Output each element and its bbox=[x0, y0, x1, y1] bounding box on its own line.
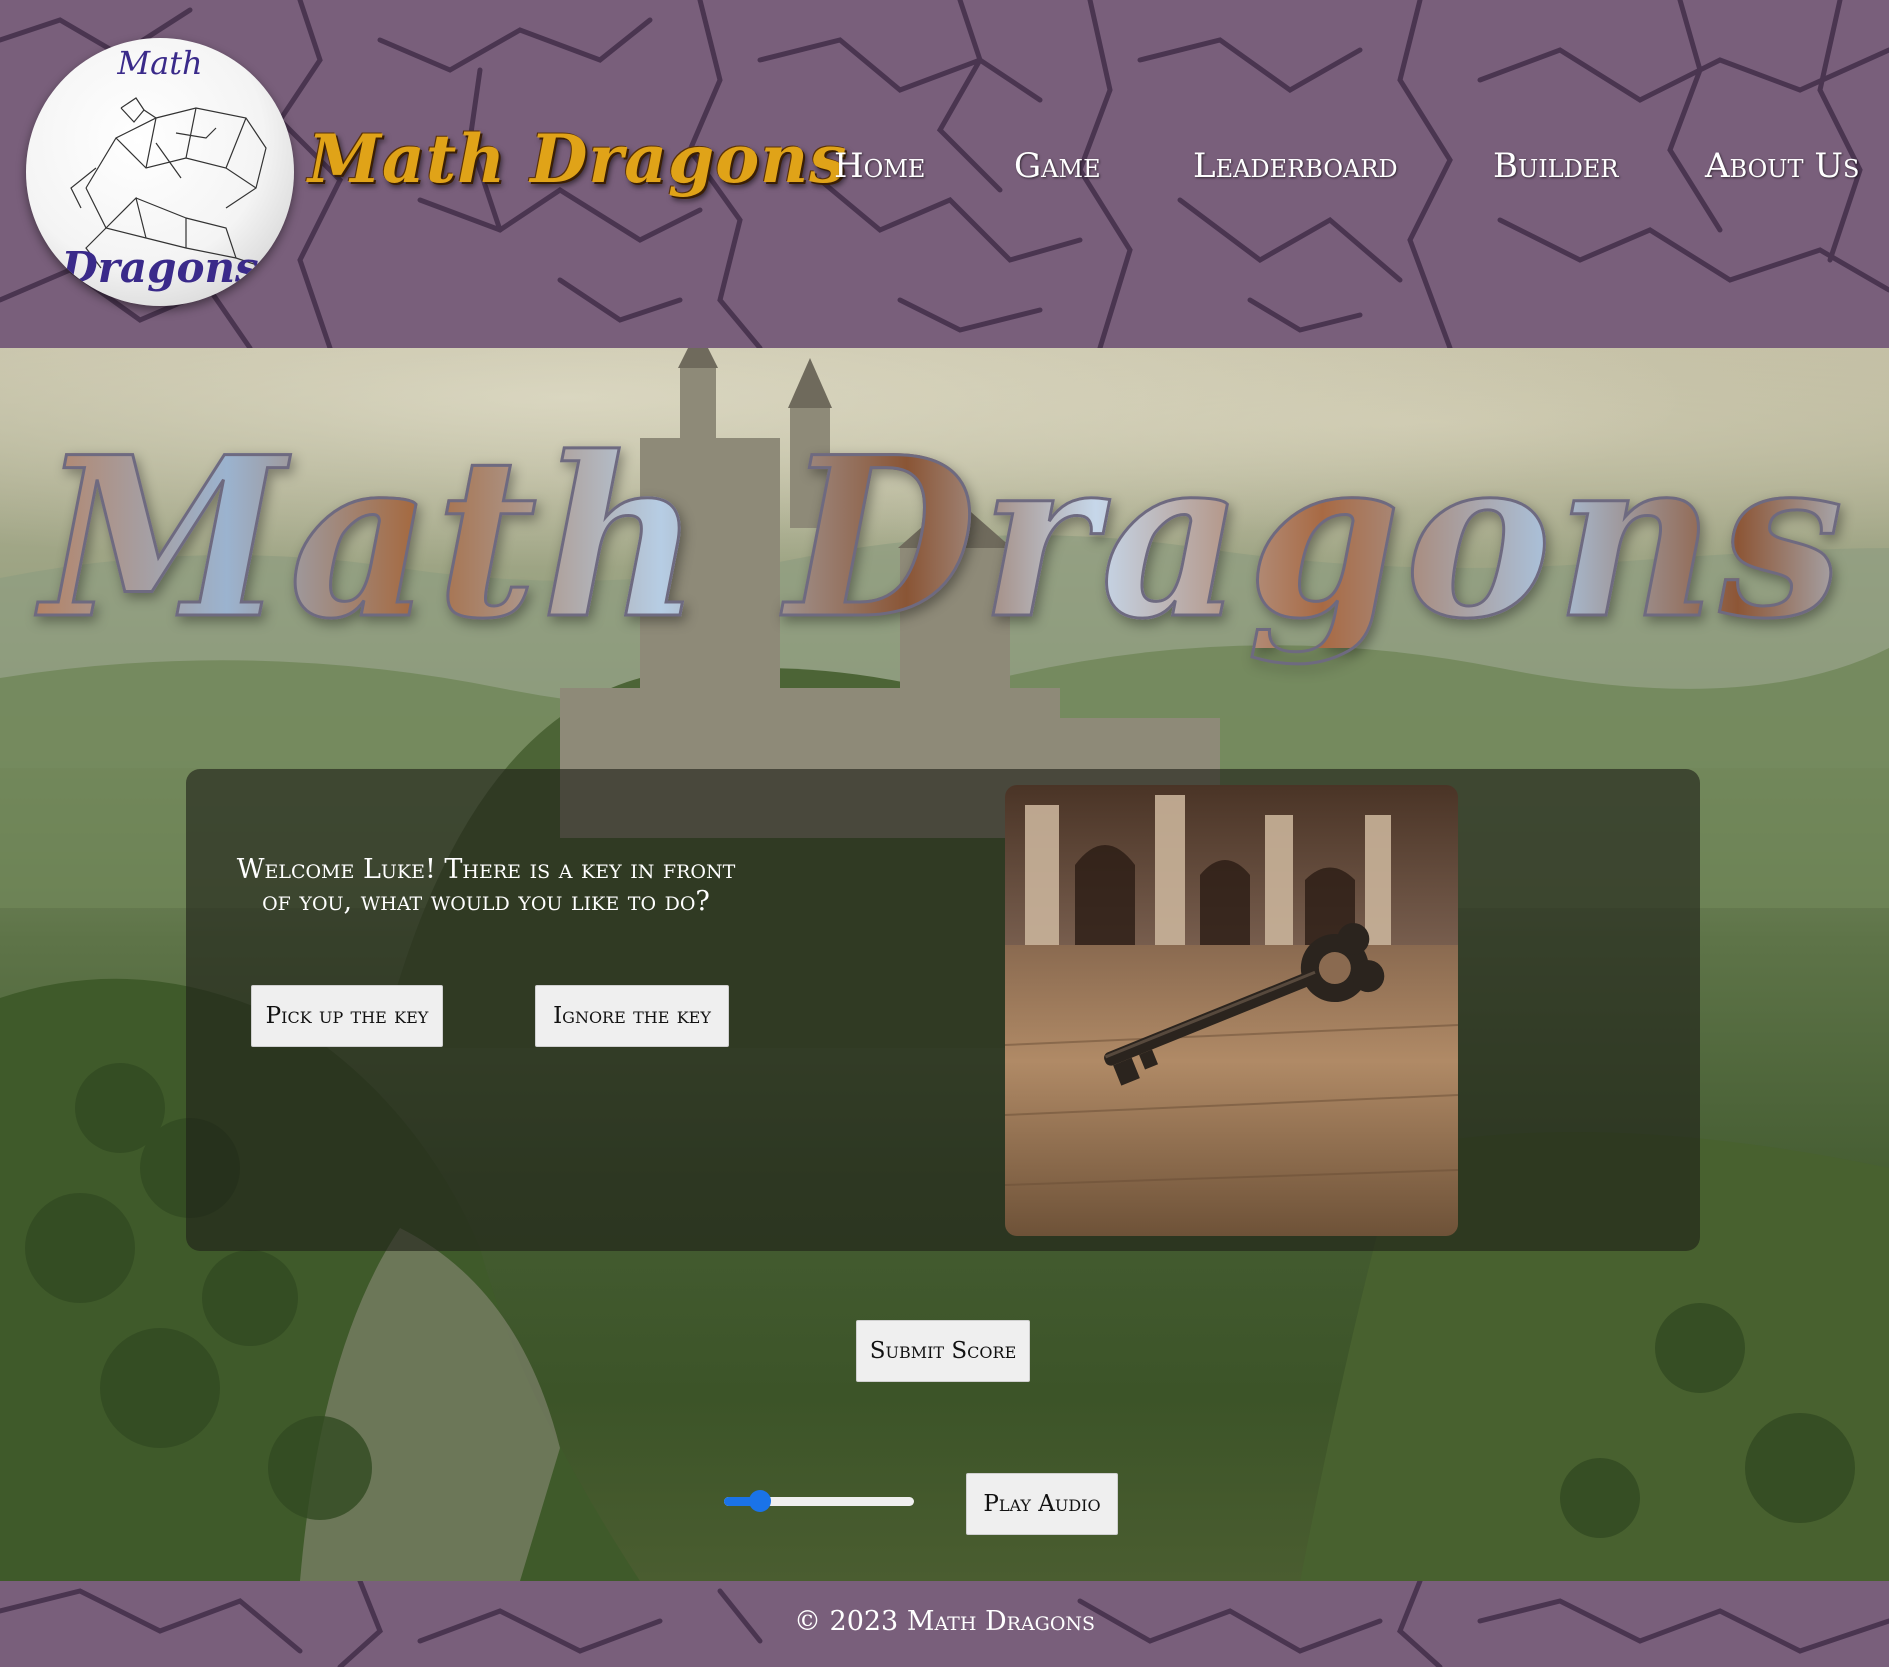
main-nav: Home Game Leaderboard Builder About Us bbox=[0, 146, 1889, 196]
pick-up-key-button[interactable]: Pick up the key bbox=[251, 985, 443, 1047]
game-stage: Math Dragons Welcome Luke! There is a ke… bbox=[0, 348, 1889, 1581]
hero-title: Math Dragons bbox=[0, 426, 1889, 649]
story-panel: Welcome Luke! There is a key in front of… bbox=[186, 769, 1700, 1251]
nav-leaderboard[interactable]: Leaderboard bbox=[1193, 146, 1398, 186]
nav-builder[interactable]: Builder bbox=[1493, 146, 1618, 186]
site-footer: © 2023 Math Dragons bbox=[0, 1581, 1889, 1667]
volume-thumb[interactable] bbox=[749, 1490, 772, 1512]
copyright-text: © 2023 Math Dragons bbox=[793, 1606, 1096, 1637]
nav-game[interactable]: Game bbox=[1014, 146, 1101, 186]
submit-score-button[interactable]: Submit Score bbox=[856, 1320, 1030, 1382]
play-audio-button[interactable]: Play Audio bbox=[966, 1473, 1118, 1535]
story-prompt: Welcome Luke! There is a key in front of… bbox=[236, 854, 736, 917]
ignore-key-button[interactable]: Ignore the key bbox=[535, 985, 729, 1047]
logo-text-bottom: Dragons bbox=[61, 243, 259, 292]
site-header: Math Dragons Math Dragons Home Game Lead… bbox=[0, 0, 1889, 348]
nav-about-us[interactable]: About Us bbox=[1705, 146, 1859, 186]
scene-image-key-on-table bbox=[1005, 785, 1458, 1236]
nav-home[interactable]: Home bbox=[834, 146, 925, 186]
volume-slider[interactable] bbox=[724, 1490, 914, 1512]
key-icon bbox=[1005, 785, 1458, 1236]
